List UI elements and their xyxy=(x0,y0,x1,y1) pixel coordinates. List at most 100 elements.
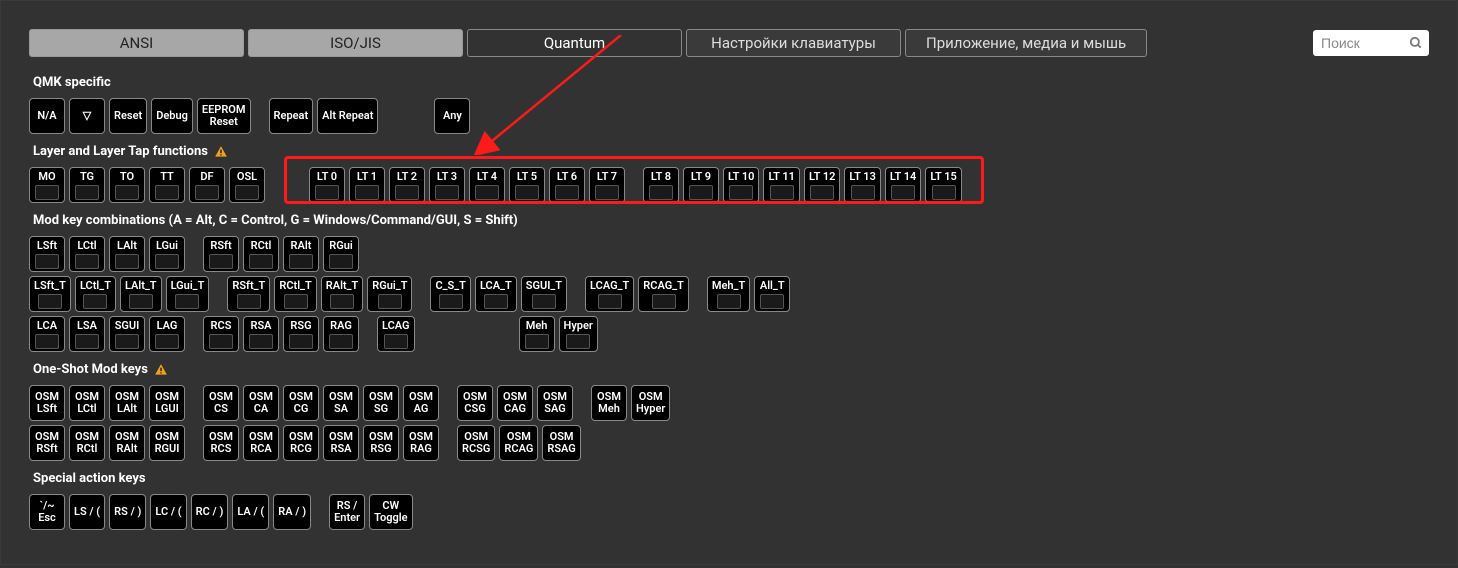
key-ra-[interactable]: RA / ) xyxy=(273,494,311,530)
key-lalt-t[interactable]: LAlt_T xyxy=(120,276,162,312)
key-osm-rcag[interactable]: OSM RCAG xyxy=(499,425,538,461)
key-osm-sa[interactable]: OSM SA xyxy=(323,385,359,421)
key-alt-repeat[interactable]: Alt Repeat xyxy=(317,98,378,134)
key-osm-hyper[interactable]: OSM Hyper xyxy=(631,385,670,421)
key-lctl[interactable]: LCtl xyxy=(69,236,105,272)
key-mo[interactable]: MO xyxy=(29,167,65,203)
key-lt-15[interactable]: LT 15 xyxy=(925,167,961,203)
key-df[interactable]: DF xyxy=(189,167,225,203)
key-ralt[interactable]: RAlt xyxy=(283,236,319,272)
key-lgui[interactable]: LGui xyxy=(149,236,185,272)
key-osm-ag[interactable]: OSM AG xyxy=(403,385,439,421)
key-sgui[interactable]: SGUI xyxy=(109,316,145,352)
key-lt-9[interactable]: LT 9 xyxy=(683,167,719,203)
key-lsft-t[interactable]: LSft_T xyxy=(29,276,71,312)
key-osm-sag[interactable]: OSM SAG xyxy=(537,385,573,421)
key-lt-12[interactable]: LT 12 xyxy=(804,167,840,203)
tab-quantum[interactable]: Quantum xyxy=(467,29,682,57)
key-lcag[interactable]: LCAG xyxy=(377,316,415,352)
key-lt-3[interactable]: LT 3 xyxy=(429,167,465,203)
key-lt-5[interactable]: LT 5 xyxy=(509,167,545,203)
key-lctl-t[interactable]: LCtl_T xyxy=(75,276,116,312)
key-osm-rcsg[interactable]: OSM RCSG xyxy=(457,425,495,461)
key-osm-rctl[interactable]: OSM RCtl xyxy=(69,425,105,461)
key-osm-cs[interactable]: OSM CS xyxy=(203,385,239,421)
key-rs-[interactable]: RS / ) xyxy=(109,494,146,530)
key-lt-4[interactable]: LT 4 xyxy=(469,167,505,203)
key-hyper[interactable]: Hyper xyxy=(559,316,598,352)
key-lt-13[interactable]: LT 13 xyxy=(844,167,880,203)
key-osm-csg[interactable]: OSM CSG xyxy=(457,385,493,421)
key-lt-14[interactable]: LT 14 xyxy=(885,167,921,203)
key--esc[interactable]: `/~ Esc xyxy=(29,494,65,530)
key-osm-rsft[interactable]: OSM RSft xyxy=(29,425,65,461)
key-any[interactable]: Any xyxy=(434,98,470,134)
key-sgui-t[interactable]: SGUI_T xyxy=(521,276,567,312)
key-lt-0[interactable]: LT 0 xyxy=(309,167,345,203)
key-rsa[interactable]: RSA xyxy=(243,316,279,352)
key-rsg[interactable]: RSG xyxy=(283,316,319,352)
key-osm-cg[interactable]: OSM CG xyxy=(283,385,319,421)
key-lt-6[interactable]: LT 6 xyxy=(549,167,585,203)
key-all-t[interactable]: All_T xyxy=(754,276,790,312)
key-osm-ralt[interactable]: OSM RAlt xyxy=(109,425,145,461)
key-lca[interactable]: LCA xyxy=(29,316,65,352)
key-lgui-t[interactable]: LGui_T xyxy=(166,276,210,312)
key-rgui-t[interactable]: RGui_T xyxy=(367,276,412,312)
key-osm-lctl[interactable]: OSM LCtl xyxy=(69,385,105,421)
key-osm-rcs[interactable]: OSM RCS xyxy=(203,425,239,461)
tab-app-media-mouse[interactable]: Приложение, медиа и мышь xyxy=(905,29,1147,57)
key-meh[interactable]: Meh xyxy=(519,316,555,352)
key-reset[interactable]: Reset xyxy=(109,98,147,134)
key-osm-rsag[interactable]: OSM RSAG xyxy=(542,425,580,461)
key-rsft-t[interactable]: RSft_T xyxy=(227,276,270,312)
key-n-a[interactable]: N/A xyxy=(29,98,65,134)
tab-ansi[interactable]: ANSI xyxy=(29,29,244,57)
key-osm-sg[interactable]: OSM SG xyxy=(363,385,399,421)
key-rsft[interactable]: RSft xyxy=(203,236,239,272)
key-lt-1[interactable]: LT 1 xyxy=(349,167,385,203)
key-lt-8[interactable]: LT 8 xyxy=(643,167,679,203)
key-c-s-t[interactable]: C_S_T xyxy=(430,276,471,312)
key-osm-rcg[interactable]: OSM RCG xyxy=(283,425,319,461)
key-debug[interactable]: Debug xyxy=(151,98,193,134)
key-lag[interactable]: LAG xyxy=(149,316,185,352)
search-input[interactable] xyxy=(1313,30,1429,56)
key-rctl[interactable]: RCtl xyxy=(243,236,279,272)
key--[interactable]: ▽ xyxy=(69,98,105,134)
key-osl[interactable]: OSL xyxy=(229,167,265,203)
key-osm-cag[interactable]: OSM CAG xyxy=(497,385,533,421)
key-lc-[interactable]: LC / ( xyxy=(150,494,186,530)
key-la-[interactable]: LA / ( xyxy=(232,494,269,530)
key-osm-lsft[interactable]: OSM LSft xyxy=(29,385,65,421)
key-rc-[interactable]: RC / ) xyxy=(191,494,229,530)
key-lt-7[interactable]: LT 7 xyxy=(589,167,625,203)
key-osm-rsg[interactable]: OSM RSG xyxy=(363,425,399,461)
key-ls-[interactable]: LS / ( xyxy=(69,494,105,530)
key-rs-enter[interactable]: RS / Enter xyxy=(329,494,365,530)
key-rag[interactable]: RAG xyxy=(323,316,359,352)
key-ralt-t[interactable]: RAlt_T xyxy=(321,276,364,312)
key-osm-lgui[interactable]: OSM LGUI xyxy=(149,385,185,421)
key-lt-11[interactable]: LT 11 xyxy=(763,167,799,203)
key-osm-ca[interactable]: OSM CA xyxy=(243,385,279,421)
key-lsa[interactable]: LSA xyxy=(69,316,105,352)
key-to[interactable]: TO xyxy=(109,167,145,203)
tab-keyboard-settings[interactable]: Настройки клавиатуры xyxy=(686,29,901,57)
key-lt-2[interactable]: LT 2 xyxy=(389,167,425,203)
key-eeprom-reset[interactable]: EEPROM Reset xyxy=(197,98,251,134)
key-meh-t[interactable]: Meh_T xyxy=(707,276,750,312)
key-cw-toggle[interactable]: CW Toggle xyxy=(369,494,412,530)
key-osm-rca[interactable]: OSM RCA xyxy=(243,425,279,461)
key-lca-t[interactable]: LCA_T xyxy=(475,276,517,312)
key-osm-rsa[interactable]: OSM RSA xyxy=(323,425,359,461)
key-lt-10[interactable]: LT 10 xyxy=(723,167,759,203)
key-rcag-t[interactable]: RCAG_T xyxy=(638,276,689,312)
key-osm-rag[interactable]: OSM RAG xyxy=(403,425,439,461)
key-rctl-t[interactable]: RCtl_T xyxy=(274,276,316,312)
key-lalt[interactable]: LAlt xyxy=(109,236,145,272)
key-lcag-t[interactable]: LCAG_T xyxy=(585,276,634,312)
key-tt[interactable]: TT xyxy=(149,167,185,203)
key-rgui[interactable]: RGui xyxy=(323,236,359,272)
key-tg[interactable]: TG xyxy=(69,167,105,203)
